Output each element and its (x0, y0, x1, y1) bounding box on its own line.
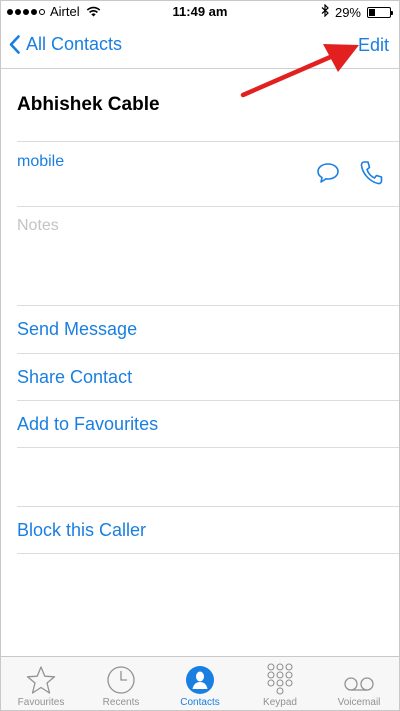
tab-label: Contacts (180, 697, 220, 708)
screen: Airtel 11:49 am 29% All Contacts Edit Ab… (0, 0, 400, 711)
contact-name: Abhishek Cable (17, 94, 160, 115)
status-right: 29% (321, 3, 393, 20)
clock-icon (81, 661, 161, 695)
send-message-button[interactable]: Send Message (17, 319, 137, 340)
divider (17, 206, 399, 207)
tab-recents[interactable]: Recents (81, 661, 161, 708)
divider (17, 141, 399, 142)
battery-percentage: 29% (334, 4, 361, 20)
message-icon[interactable] (316, 162, 340, 189)
chevron-left-icon (9, 35, 20, 54)
block-caller-button[interactable]: Block this Caller (17, 520, 146, 541)
divider (17, 447, 399, 448)
tab-label: Voicemail (337, 697, 381, 708)
back-label: All Contacts (26, 34, 123, 54)
all-contacts-back-button[interactable]: All Contacts (9, 34, 122, 55)
tab-bar: Favourites Recents Contacts Keypad Voice… (1, 656, 399, 710)
tab-voicemail[interactable]: Voicemail (319, 661, 399, 708)
tab-favourites[interactable]: Favourites (1, 661, 81, 708)
tab-label: Favourites (17, 697, 65, 708)
voicemail-icon (319, 661, 399, 695)
add-to-favourites-button[interactable]: Add to Favourites (17, 414, 158, 435)
divider (17, 400, 399, 401)
divider (17, 353, 399, 354)
divider (17, 553, 399, 554)
tab-contacts[interactable]: Contacts (160, 661, 240, 708)
person-icon (160, 661, 240, 695)
keypad-icon (240, 661, 320, 695)
battery-level (369, 8, 375, 16)
divider (17, 305, 399, 306)
divider (17, 506, 399, 507)
bluetooth-icon (321, 3, 329, 20)
annotation-arrow-icon (240, 44, 359, 98)
share-contact-button[interactable]: Share Contact (17, 367, 132, 388)
tab-label: Keypad (263, 697, 297, 708)
status-bar: Airtel 11:49 am 29% (1, 1, 399, 23)
tab-label: Recents (102, 697, 140, 708)
battery-icon (367, 6, 393, 18)
notes-field[interactable]: Notes (17, 217, 59, 235)
tab-keypad[interactable]: Keypad (240, 661, 320, 708)
star-icon (1, 661, 81, 695)
phone-icon[interactable] (359, 160, 383, 191)
phone-label[interactable]: mobile (17, 153, 64, 171)
